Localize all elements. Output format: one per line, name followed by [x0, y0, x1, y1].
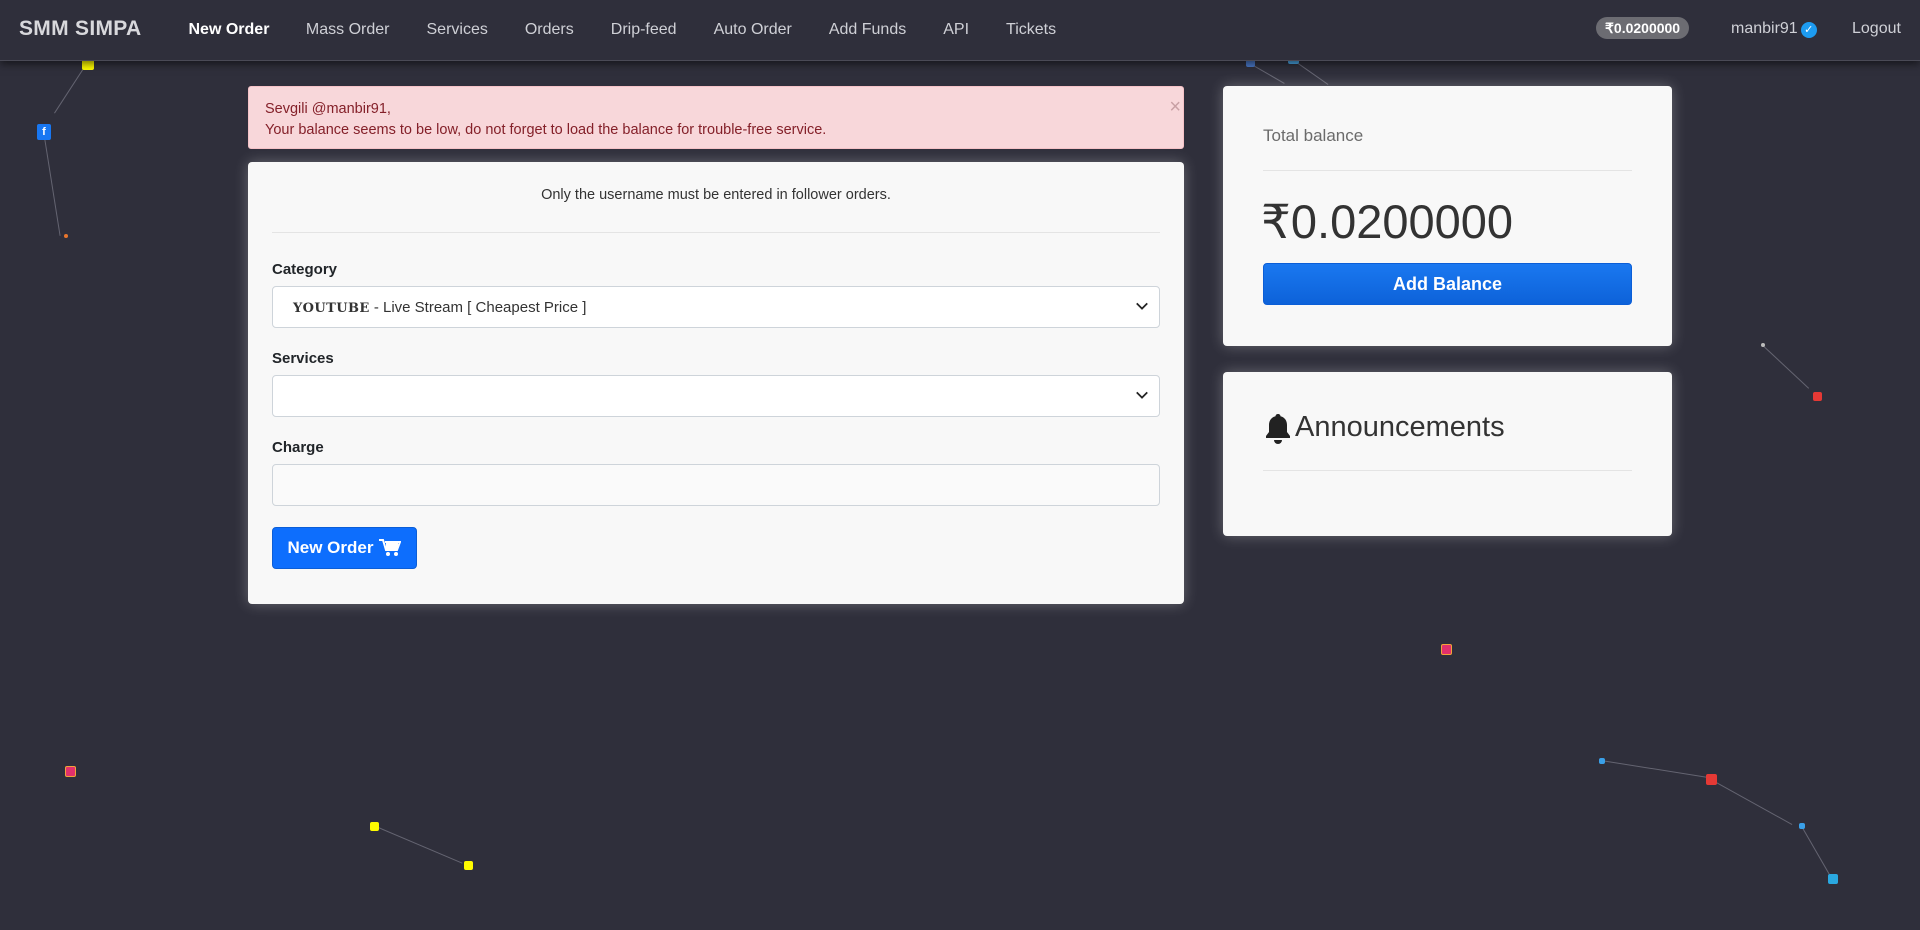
instagram-icon: [1441, 644, 1452, 655]
alert-message: Your balance seems to be low, do not for…: [265, 122, 827, 138]
particle-dot: [1599, 758, 1605, 764]
particle-dot: [1761, 343, 1765, 347]
charge-field[interactable]: [272, 464, 1160, 506]
close-icon[interactable]: ×: [1169, 97, 1181, 118]
particle-link: [375, 826, 463, 864]
shopping-cart-icon: [379, 539, 402, 556]
services-select[interactable]: [272, 375, 1160, 417]
chevron-down-icon: [1136, 391, 1148, 399]
nav-new-order[interactable]: New Order: [170, 21, 287, 39]
nav-tickets[interactable]: Tickets: [988, 21, 1075, 39]
nav-orders[interactable]: Orders: [506, 21, 592, 39]
new-order-card: Only the username must be entered in fol…: [248, 162, 1184, 604]
total-balance-label: Total balance: [1263, 126, 1364, 145]
youtube-icon: [1706, 774, 1717, 785]
low-balance-alert: Sevgili @manbir91, Your balance seems to…: [248, 86, 1184, 149]
new-order-label: New Order: [287, 538, 374, 557]
particle-dot: [64, 234, 68, 238]
nav-auto-order[interactable]: Auto Order: [695, 21, 810, 39]
new-order-button[interactable]: New Order: [272, 527, 417, 569]
particle-link: [1293, 60, 1329, 85]
alert-greeting: Sevgili @manbir91,: [265, 101, 391, 117]
announcements-title: Announcements: [1295, 411, 1505, 443]
twitter-icon: [1799, 823, 1805, 829]
charge-label: Charge: [272, 439, 324, 456]
announcements-card: Announcements: [1223, 372, 1672, 536]
user-menu[interactable]: manbir91 ✓: [1731, 20, 1817, 38]
category-name: - Live Stream [ Cheapest Price ]: [369, 299, 587, 316]
nav-balance-badge[interactable]: ₹0.0200000: [1596, 17, 1690, 39]
total-balance-amount: ₹0.0200000: [1261, 195, 1514, 248]
particle-link: [1600, 760, 1711, 779]
nav-mass-order[interactable]: Mass Order: [287, 21, 408, 39]
nav-add-funds[interactable]: Add Funds: [810, 21, 924, 39]
nav-services[interactable]: Services: [408, 21, 506, 39]
divider: [1263, 170, 1632, 171]
brand-logo[interactable]: SMM SIMPA: [19, 17, 141, 41]
particle-link: [54, 63, 87, 114]
particle-link: [1249, 63, 1285, 84]
particle-link: [1710, 779, 1793, 825]
verified-check-icon: ✓: [1800, 22, 1817, 38]
facebook-icon: f: [37, 124, 51, 140]
order-notice: Only the username must be entered in fol…: [541, 187, 891, 203]
category-platform: YOUTUBE: [293, 301, 370, 316]
top-navbar: SMM SIMPA New Order Mass Order Services …: [0, 0, 1920, 61]
divider: [1263, 470, 1632, 471]
category-label: Category: [272, 261, 338, 278]
particle-link: [1762, 345, 1810, 389]
add-balance-button[interactable]: Add Balance: [1263, 263, 1632, 305]
announcements-heading: Announcements: [1263, 411, 1505, 444]
username: manbir91: [1731, 20, 1798, 37]
chevron-down-icon: [1136, 302, 1148, 310]
divider: [272, 232, 1160, 233]
services-label: Services: [272, 350, 334, 367]
snapchat-icon: [370, 822, 379, 831]
particle-link: [43, 131, 61, 236]
bell-icon: [1266, 413, 1290, 444]
nav-drip-feed[interactable]: Drip-feed: [592, 21, 695, 39]
nav-links: New Order Mass Order Services Orders Dri…: [170, 0, 1075, 60]
particle-link: [1801, 826, 1831, 876]
telegram-icon: [1828, 874, 1838, 884]
category-select[interactable]: YOUTUBE - Live Stream [ Cheapest Price ]: [272, 286, 1160, 328]
instagram-icon: [65, 766, 76, 777]
snapchat-icon: [464, 861, 473, 870]
nav-api[interactable]: API: [925, 21, 988, 39]
balance-card: Total balance ₹0.0200000 Add Balance: [1223, 86, 1672, 346]
logout-link[interactable]: Logout: [1852, 20, 1901, 38]
category-selected-value: YOUTUBE - Live Stream [ Cheapest Price ]: [293, 299, 586, 316]
youtube-icon: [1813, 392, 1822, 401]
